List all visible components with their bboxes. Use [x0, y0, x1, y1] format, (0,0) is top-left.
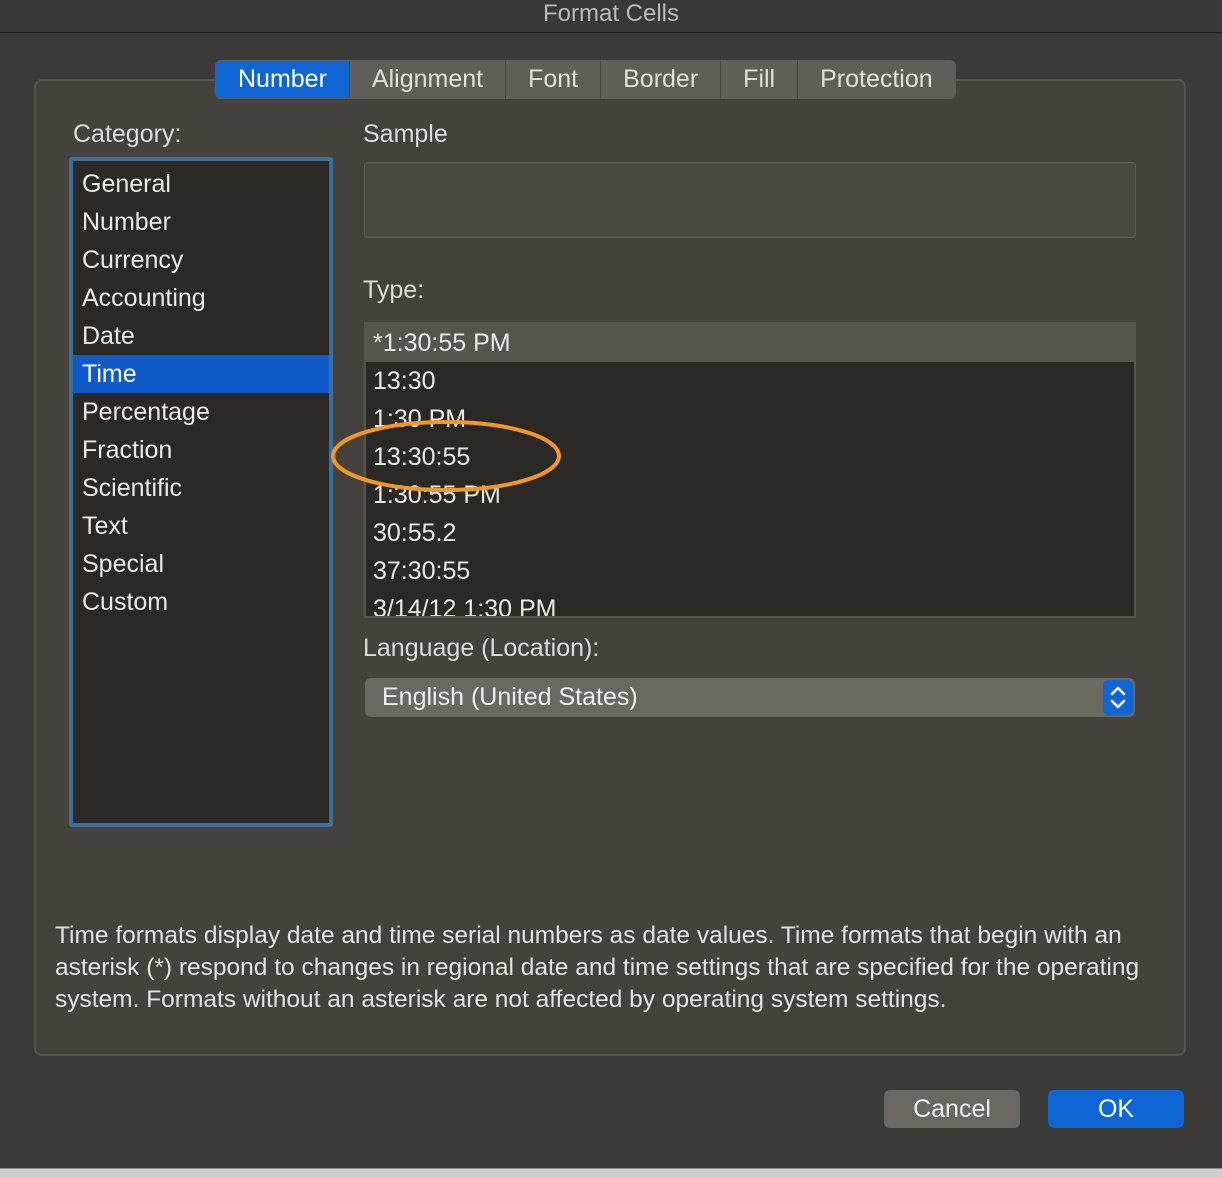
category-item-number[interactable]: Number [73, 203, 329, 241]
category-item-accounting[interactable]: Accounting [73, 279, 329, 317]
category-item-percentage[interactable]: Percentage [73, 393, 329, 431]
category-item-currency[interactable]: Currency [73, 241, 329, 279]
category-item-fraction[interactable]: Fraction [73, 431, 329, 469]
tab-font[interactable]: Font [506, 61, 602, 98]
type-item[interactable]: *1:30:55 PM [366, 324, 1134, 362]
language-select-value: English (United States) [382, 683, 638, 711]
sample-preview [364, 162, 1136, 238]
category-item-text[interactable]: Text [73, 507, 329, 545]
cancel-button[interactable]: Cancel [884, 1090, 1020, 1128]
category-label: Category: [73, 120, 182, 148]
tab-bar: Number Alignment Font Border Fill Protec… [215, 60, 956, 99]
category-list[interactable]: General Number Currency Accounting Date … [69, 157, 333, 827]
updown-chevron-icon[interactable] [1103, 680, 1133, 715]
language-select[interactable]: English (United States) [365, 678, 1135, 717]
tab-number[interactable]: Number [216, 61, 350, 98]
tab-alignment[interactable]: Alignment [349, 61, 507, 98]
sample-label: Sample [363, 120, 448, 148]
type-item[interactable]: 3/14/12 1:30 PM [366, 590, 1134, 616]
category-item-general[interactable]: General [73, 165, 329, 203]
category-item-time[interactable]: Time [73, 355, 329, 393]
type-item[interactable]: 37:30:55 [366, 552, 1134, 590]
category-item-date[interactable]: Date [73, 317, 329, 355]
tab-border[interactable]: Border [601, 61, 722, 98]
window-bottom-edge [0, 1168, 1222, 1178]
window-title: Format Cells [0, 0, 1222, 33]
category-item-special[interactable]: Special [73, 545, 329, 583]
category-item-scientific[interactable]: Scientific [73, 469, 329, 507]
type-item[interactable]: 13:30 [366, 362, 1134, 400]
highlight-ellipse-annotation [331, 420, 561, 492]
tab-fill[interactable]: Fill [721, 61, 799, 98]
format-cells-dialog: Format Cells Number Alignment Font Borde… [0, 0, 1222, 1178]
type-label: Type: [363, 276, 425, 304]
type-item[interactable]: 30:55.2 [366, 514, 1134, 552]
category-item-custom[interactable]: Custom [73, 583, 329, 621]
language-label: Language (Location): [363, 634, 600, 662]
tab-protection[interactable]: Protection [798, 61, 955, 98]
ok-button[interactable]: OK [1048, 1090, 1184, 1128]
format-description: Time formats display date and time seria… [55, 922, 1140, 1013]
